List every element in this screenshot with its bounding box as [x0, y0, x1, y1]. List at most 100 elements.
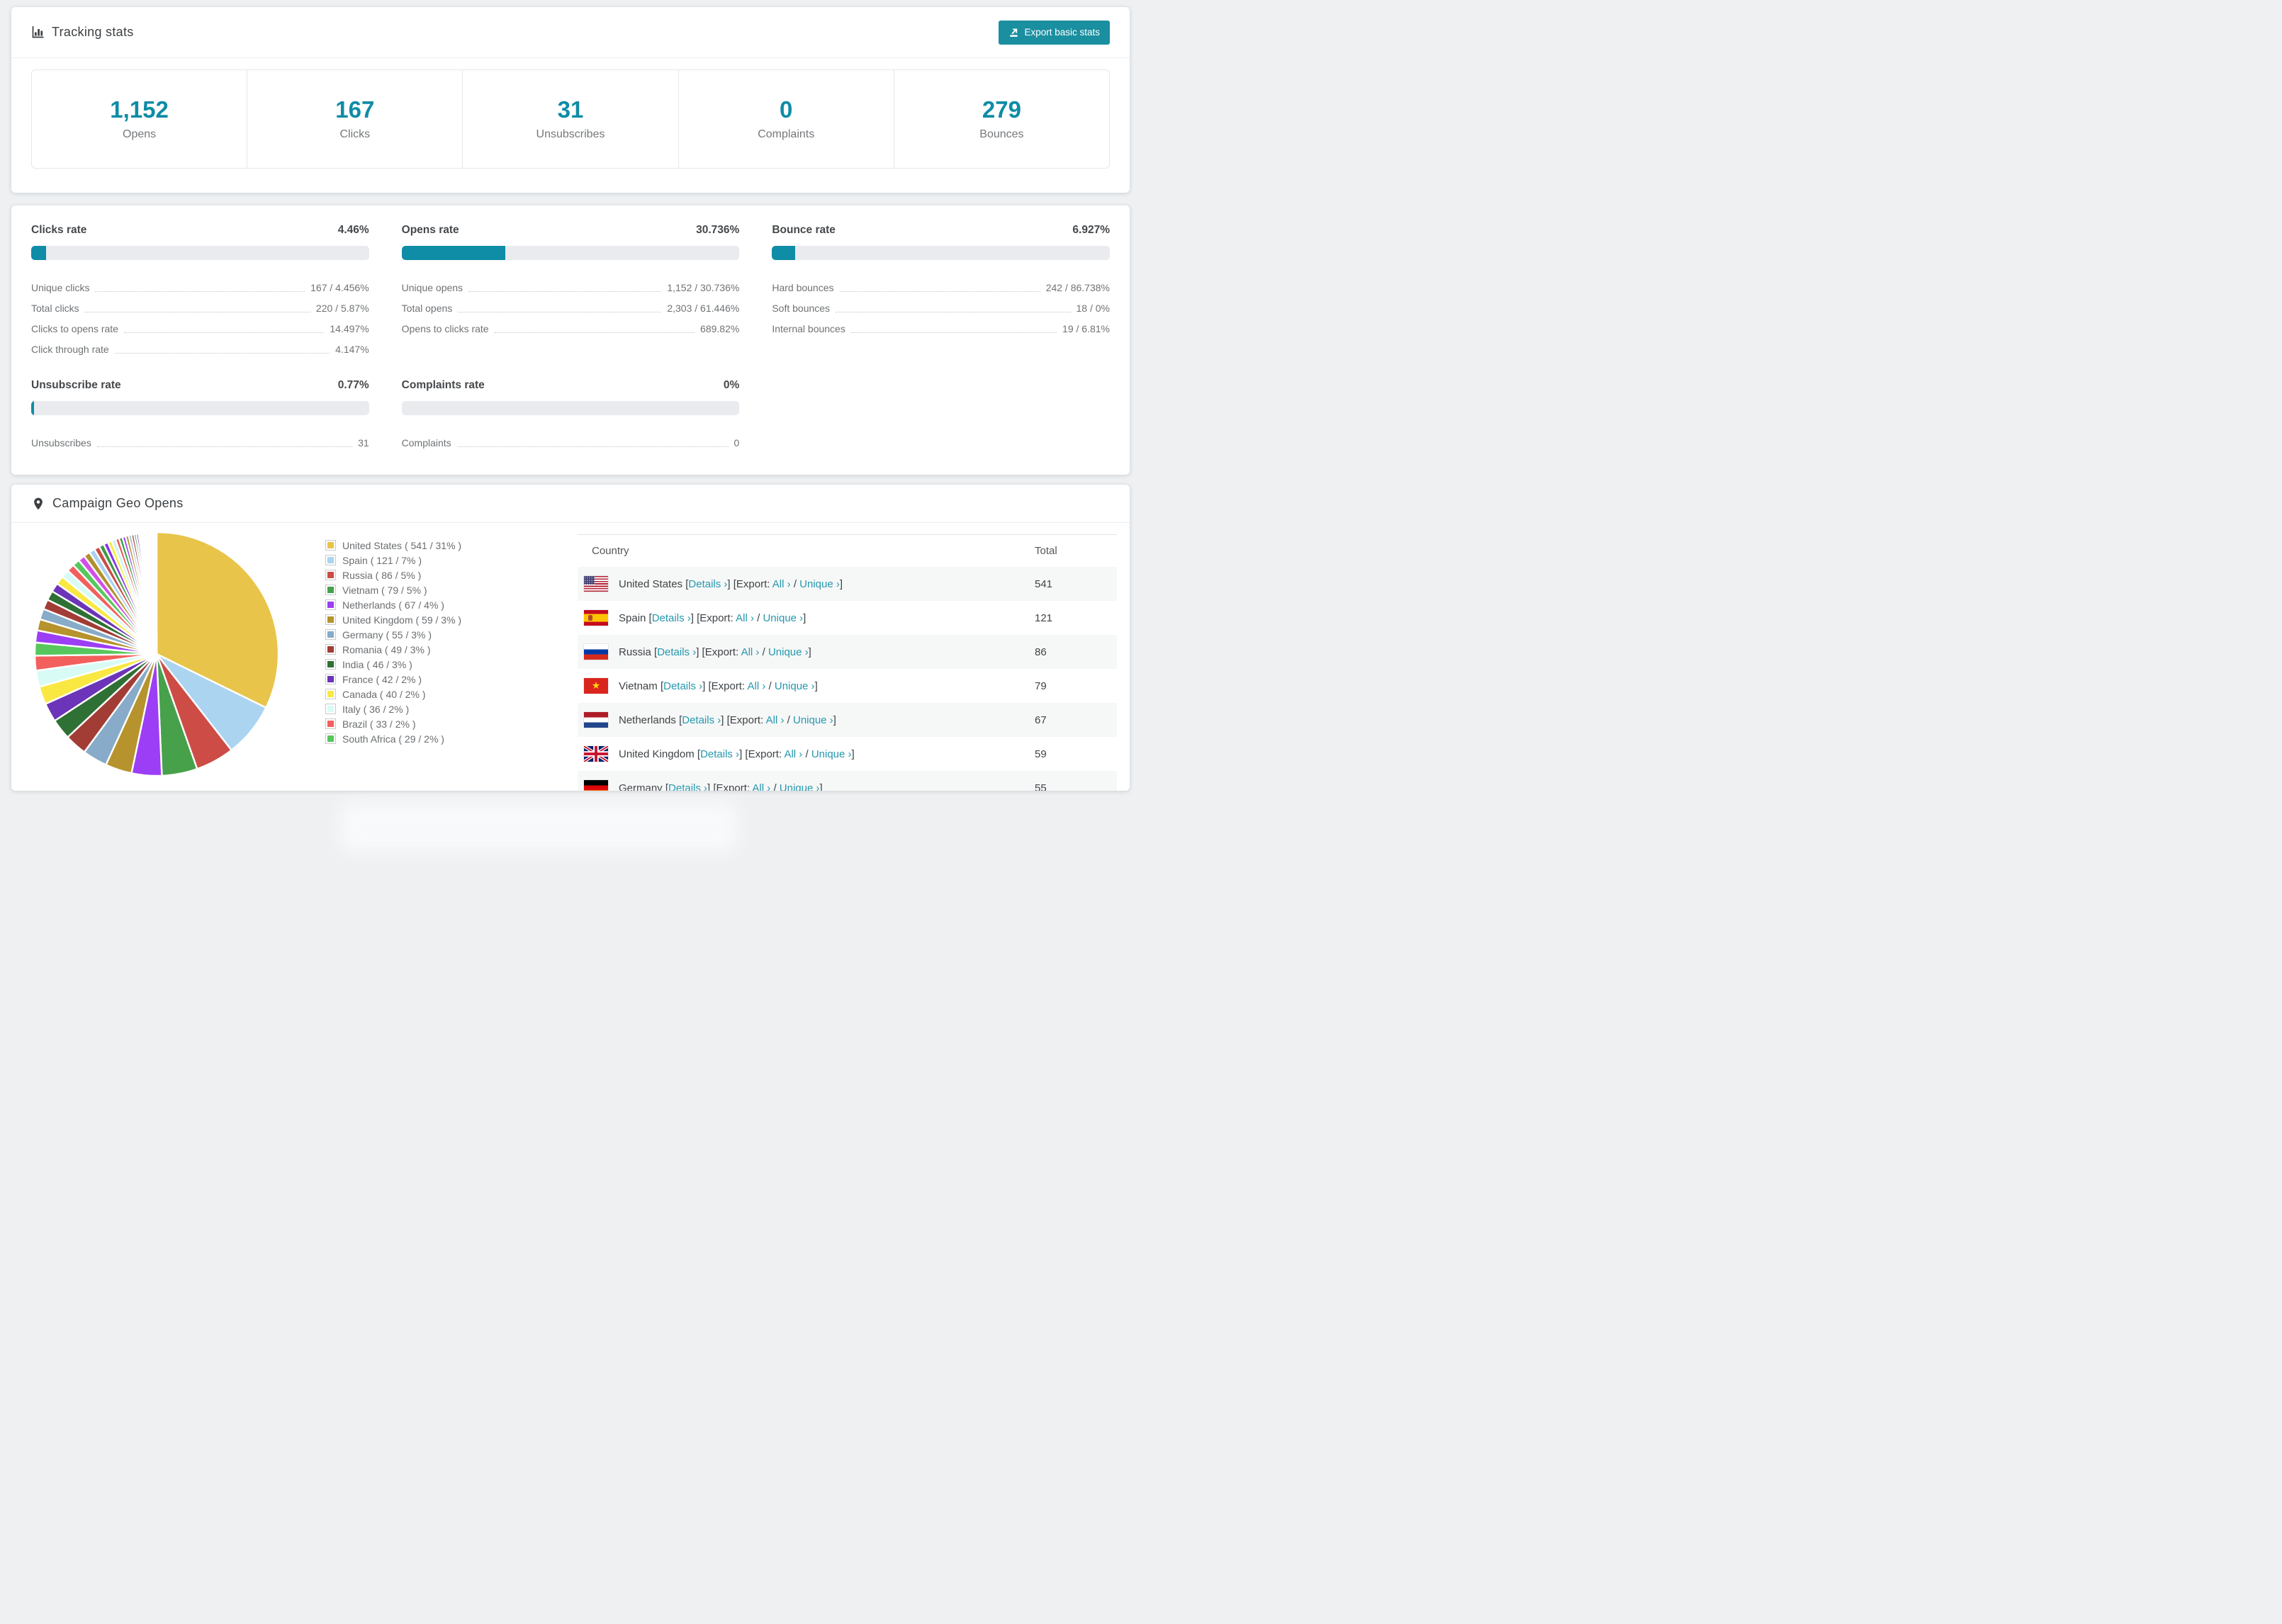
legend-item-italy: Italy ( 36 / 2% ) — [325, 701, 461, 716]
export-label: ] [Export: — [739, 748, 782, 760]
table-row-netherlands: Netherlands [Details ›] [Export: All › /… — [578, 703, 1117, 737]
details-link[interactable]: Details › — [668, 782, 707, 791]
legend-swatch — [325, 614, 336, 625]
rate-row-label: Clicks to opens rate — [31, 323, 118, 334]
flag-spain-icon — [584, 610, 608, 626]
country-cell: Vietnam [Details ›] [Export: All › / Uni… — [619, 680, 818, 692]
export-unique-link[interactable]: Unique › — [780, 782, 820, 791]
rate-row-value: 1,152 / 30.736% — [667, 282, 740, 293]
legend-item-netherlands: Netherlands ( 67 / 4% ) — [325, 597, 461, 612]
legend-label: Brazil ( 33 / 2% ) — [342, 718, 416, 730]
details-link[interactable]: Details › — [700, 748, 739, 760]
legend-label: Spain ( 121 / 7% ) — [342, 554, 422, 566]
campaign-geo-opens-card: Campaign Geo Opens United States ( 541 /… — [11, 485, 1130, 791]
export-unique-link[interactable]: Unique › — [768, 646, 809, 658]
rate-row: Complaints 0 — [402, 429, 740, 450]
tracking-stats-header: Tracking stats Export basic stats — [11, 7, 1130, 58]
details-link[interactable]: Details › — [663, 680, 702, 692]
legend-item-brazil: Brazil ( 33 / 2% ) — [325, 716, 461, 731]
bracket: ] — [814, 680, 818, 692]
rate-row: Unique clicks 167 / 4.456% — [31, 274, 369, 295]
pie-slice — [155, 531, 158, 655]
export-all-link[interactable]: All › — [748, 680, 766, 692]
rate-row: Clicks to opens rate 14.497% — [31, 315, 369, 336]
legend-swatch — [325, 599, 336, 610]
legend-swatch — [325, 585, 336, 595]
tracking-stats-body: 1,152 Opens 167 Clicks 31 Unsubscribes 0… — [11, 58, 1130, 193]
rate-row-label: Complaints — [401, 436, 451, 449]
dotted-leader — [96, 446, 353, 447]
table-row-vietnam: Vietnam [Details ›] [Export: All › / Uni… — [578, 669, 1117, 703]
country-cell: Netherlands [Details ›] [Export: All › /… — [619, 714, 836, 726]
export-all-link[interactable]: All › — [741, 646, 760, 658]
dotted-leader — [850, 332, 1057, 333]
export-unique-link[interactable]: Unique › — [799, 578, 840, 590]
export-unique-link[interactable]: Unique › — [763, 612, 803, 624]
unsubscribe-rate-title: Unsubscribe rate — [31, 378, 121, 391]
slash: / — [805, 748, 809, 760]
unsubscribe-rate-progressbar — [31, 400, 369, 415]
opens-rate-title: Opens rate — [401, 224, 459, 236]
export-button-label: Export basic stats — [1024, 27, 1100, 38]
map-pin-icon — [34, 497, 43, 509]
bounce-rate-value: 6.927% — [1072, 224, 1110, 236]
complaints-rate-title: Complaints rate — [401, 378, 485, 391]
table-row-russia: Russia [Details ›] [Export: All › / Uniq… — [578, 635, 1117, 669]
export-basic-stats-button[interactable]: Export basic stats — [999, 20, 1110, 45]
legend-label: France ( 42 / 2% ) — [342, 673, 422, 685]
country-name: Germany — [619, 782, 663, 791]
dotted-leader — [494, 332, 695, 333]
country-cell: United Kingdom [Details ›] [Export: All … — [619, 748, 855, 760]
stat-opens: 1,152 Opens — [32, 70, 248, 168]
export-all-link[interactable]: All › — [736, 612, 754, 624]
rate-row-value: 220 / 5.87% — [315, 303, 369, 314]
flag-russia-icon — [584, 644, 608, 660]
rate-row: Hard bounces 242 / 86.738% — [772, 274, 1110, 295]
total-cell: 86 — [1035, 645, 1047, 658]
export-all-link[interactable]: All › — [766, 714, 785, 726]
table-row-germany: Germany [Details ›] [Export: All › / Uni… — [578, 771, 1117, 791]
export-label: ] [Export: — [690, 611, 734, 624]
rate-row: Total clicks 220 / 5.87% — [31, 295, 369, 315]
details-link[interactable]: Details › — [682, 714, 721, 726]
complaints-rate-progressbar — [401, 400, 740, 415]
bracket: ] — [819, 782, 823, 791]
dotted-leader — [123, 332, 325, 333]
country-column-header: Country — [592, 545, 629, 557]
rate-row-value: 19 / 6.81% — [1062, 323, 1110, 334]
flag-united-states-icon — [584, 576, 608, 592]
details-link[interactable]: Details › — [657, 646, 696, 658]
clicks-rate-progressbar — [31, 246, 369, 260]
details-link[interactable]: Details › — [652, 612, 691, 624]
legend-swatch — [325, 718, 336, 729]
total-cell: 59 — [1035, 748, 1047, 760]
export-unique-link[interactable]: Unique › — [811, 748, 852, 760]
bounce-rate-block: Bounce rate 6.927% Hard bounces 242 / 86.… — [772, 224, 1110, 361]
legend-label: Vietnam ( 79 / 5% ) — [342, 584, 427, 596]
legend-item-germany: Germany ( 55 / 3% ) — [325, 627, 461, 642]
details-link[interactable]: Details › — [688, 578, 727, 590]
clicks-rate-progress-fill — [31, 246, 47, 260]
legend-swatch — [325, 659, 336, 670]
bracket: ] — [808, 645, 811, 658]
stat-bounces: 279 Bounces — [894, 70, 1109, 168]
legend-item-spain: Spain ( 121 / 7% ) — [325, 553, 461, 568]
clicks-rate-title: Clicks rate — [31, 224, 87, 236]
export-unique-link[interactable]: Unique › — [793, 714, 833, 726]
bounce-rate-title: Bounce rate — [772, 224, 836, 236]
export-all-link[interactable]: All › — [784, 748, 802, 760]
tracking-stats-card: Tracking stats Export basic stats 1,152 … — [11, 7, 1130, 193]
legend-item-russia: Russia ( 86 / 5% ) — [325, 568, 461, 582]
export-all-link[interactable]: All › — [752, 782, 770, 791]
legend-item-united-states: United States ( 541 / 31% ) — [325, 538, 461, 553]
export-all-link[interactable]: All › — [772, 578, 791, 590]
rate-row-label: Hard bounces — [772, 282, 834, 293]
bar-chart-icon — [32, 26, 44, 38]
export-unique-link[interactable]: Unique › — [775, 680, 815, 692]
rate-row-label: Internal bounces — [772, 323, 845, 334]
bracket: ] — [839, 577, 843, 590]
legend-swatch — [325, 704, 336, 714]
legend-swatch — [325, 570, 336, 580]
legend-label: Germany ( 55 / 3% ) — [342, 628, 432, 641]
country-name: Netherlands — [619, 714, 676, 726]
